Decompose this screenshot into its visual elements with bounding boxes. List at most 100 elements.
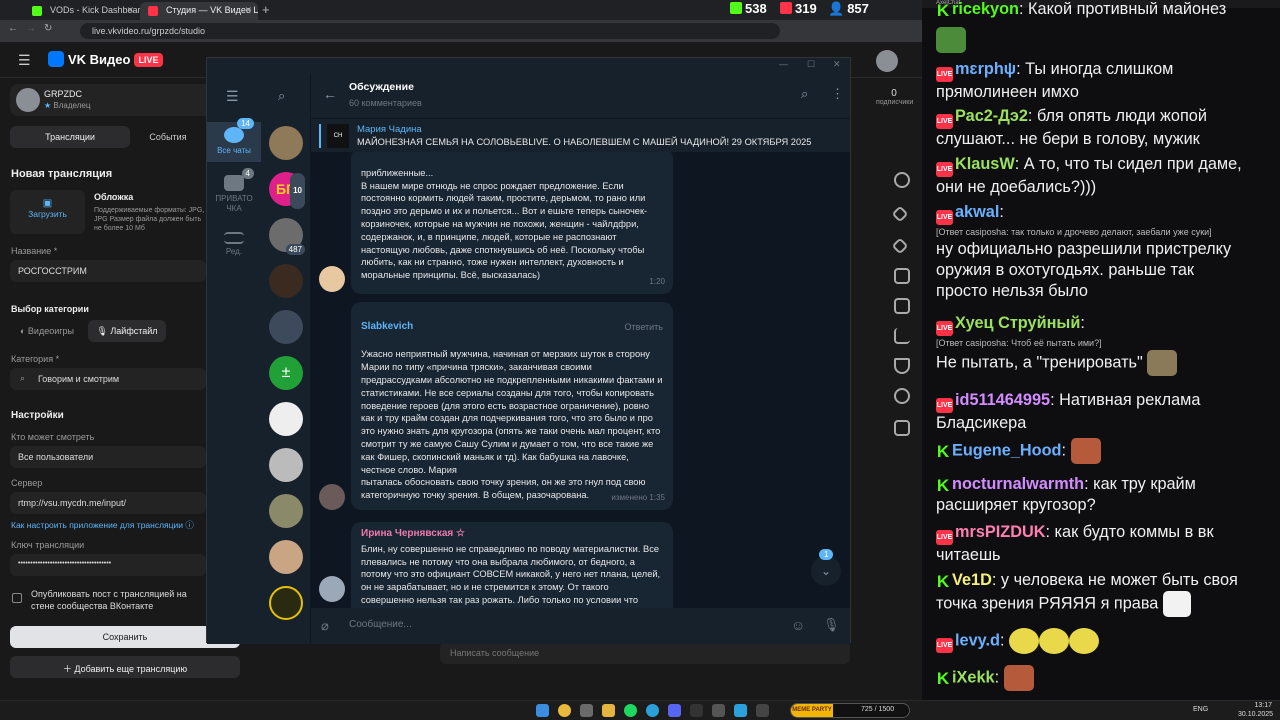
grin-emote bbox=[1162, 591, 1191, 617]
app-icon[interactable] bbox=[756, 704, 769, 717]
back-icon[interactable]: ← bbox=[8, 23, 18, 34]
chat-avatar[interactable] bbox=[269, 126, 303, 160]
user-avatar[interactable] bbox=[319, 484, 345, 510]
message-sender[interactable]: Slabkevich Ответить bbox=[361, 321, 663, 334]
avatar[interactable] bbox=[876, 50, 898, 72]
tab-vk-studio[interactable]: Студия — VK Видео Live ✕ bbox=[140, 2, 258, 20]
chat-avatar[interactable]: ± bbox=[269, 356, 303, 390]
how-to-setup-link[interactable]: Как настроить приложение для трансляции … bbox=[11, 519, 194, 531]
microphone-icon[interactable]: 🎙 bbox=[823, 617, 840, 633]
telegram-icon[interactable] bbox=[646, 704, 659, 717]
stream-name-input[interactable]: РОСГОССТРИМ bbox=[10, 260, 206, 282]
windows-start-icon[interactable] bbox=[536, 704, 549, 717]
chat-avatar[interactable] bbox=[269, 264, 303, 298]
forward-icon[interactable]: → bbox=[26, 23, 36, 34]
tab-streams[interactable]: Трансляции bbox=[10, 126, 130, 148]
message-bubble[interactable]: Slabkevich Ответить Ужасно неприятный муж… bbox=[351, 302, 673, 567]
app-icon[interactable] bbox=[734, 704, 747, 717]
settings-title: Настройки bbox=[11, 410, 64, 421]
chat-avatar[interactable] bbox=[269, 494, 303, 528]
close-icon[interactable]: ✕ bbox=[833, 59, 841, 70]
clock[interactable]: 13:17 30.10.2025 bbox=[1238, 701, 1273, 719]
chrome-icon[interactable] bbox=[558, 704, 571, 717]
user-avatar[interactable] bbox=[319, 576, 345, 602]
menu-icon[interactable]: ☰ bbox=[18, 52, 31, 69]
chat-avatar[interactable] bbox=[269, 448, 303, 482]
chat-avatar[interactable] bbox=[269, 310, 303, 344]
kick-icon: K bbox=[936, 442, 950, 462]
chat-avatar[interactable] bbox=[269, 540, 303, 574]
emote bbox=[1009, 628, 1040, 654]
pinned-author: Мария Чадина bbox=[357, 124, 422, 135]
trophy-icon[interactable] bbox=[894, 358, 910, 374]
reply-button[interactable]: Ответить bbox=[625, 321, 663, 334]
exchange-icon[interactable] bbox=[894, 388, 910, 404]
minimize-icon[interactable]: — bbox=[779, 59, 788, 69]
total-viewers: 👤 857 bbox=[828, 1, 869, 16]
copy-icon[interactable] bbox=[894, 420, 910, 436]
spotify-icon[interactable] bbox=[624, 704, 637, 717]
message-bubble[interactable]: приближенные... В нашем мире отнюдь не с… bbox=[351, 152, 673, 347]
chat-avatar[interactable]: 487 bbox=[269, 218, 305, 255]
vk-logo[interactable]: VK Видео LIVE bbox=[48, 51, 163, 67]
maximize-icon[interactable]: ☐ bbox=[807, 59, 815, 70]
vk-chat-input[interactable]: Написать сообщение bbox=[440, 642, 850, 664]
reload-icon[interactable]: ↻ bbox=[44, 23, 52, 34]
attach-icon[interactable]: ⌀ bbox=[321, 618, 329, 634]
vk-side-toolbar bbox=[882, 118, 922, 448]
tab-kick[interactable]: VODs - Kick Dashboard ✕ bbox=[24, 2, 140, 20]
close-icon[interactable]: ✕ bbox=[126, 5, 134, 16]
message-bubble[interactable]: Ирина Чернявская ☆ Блин, ну совершенно н… bbox=[351, 522, 673, 608]
category-tab-lifestyle[interactable]: 🎙 Лайфстайл bbox=[88, 320, 166, 342]
audience-select[interactable]: Все пользователи bbox=[10, 446, 206, 468]
close-icon[interactable]: ✕ bbox=[244, 5, 252, 16]
stream-key-input[interactable]: •••••••••••••••••••••••••••••••••••••• bbox=[10, 554, 206, 576]
menu-icon[interactable]: ☰ bbox=[226, 88, 239, 105]
stats-icon[interactable] bbox=[894, 328, 910, 344]
category-input[interactable]: ⌕ Говорим и смотрим bbox=[10, 368, 206, 390]
folder-edit[interactable]: Ред. bbox=[207, 232, 261, 266]
more-icon[interactable]: ⋮ bbox=[831, 86, 844, 102]
gem-icon[interactable] bbox=[891, 237, 909, 255]
new-tab-button[interactable]: + bbox=[262, 2, 270, 17]
app-icon[interactable] bbox=[712, 704, 725, 717]
folder-icon[interactable] bbox=[602, 704, 615, 717]
scroll-down-button[interactable]: ⌄ bbox=[811, 556, 841, 586]
chat-message: LIVE Рас2-Дэ2: бля опять люди жопой слуша… bbox=[936, 107, 1207, 148]
discord-icon[interactable] bbox=[668, 704, 681, 717]
user-avatar[interactable] bbox=[319, 266, 345, 292]
search-icon[interactable]: ⌕ bbox=[801, 86, 808, 102]
category-tab-games[interactable]: ◐ Видеоигры bbox=[10, 320, 84, 342]
emoji-icon[interactable]: ☺ bbox=[791, 617, 805, 633]
tab-events[interactable]: События bbox=[130, 126, 206, 148]
folder-all-chats[interactable]: 14 Все чаты bbox=[207, 118, 261, 162]
chat-message: K Ve1D: у человека не может быть своя точ… bbox=[936, 570, 1246, 617]
language-indicator[interactable]: ENG bbox=[1193, 706, 1208, 713]
diamond-icon[interactable] bbox=[891, 205, 909, 223]
url-input[interactable]: live.vkvideo.ru/grpzdc/studio bbox=[80, 23, 780, 39]
message-sender[interactable]: Ирина Чернявская ☆ bbox=[361, 528, 663, 541]
list-icon[interactable] bbox=[894, 298, 910, 314]
settings-icon[interactable] bbox=[894, 172, 910, 188]
add-stream-button[interactable]: ＋ Добавить еще трансляцию bbox=[10, 656, 240, 678]
folder-icon bbox=[224, 175, 244, 191]
obs-icon[interactable] bbox=[690, 704, 703, 717]
search-icon[interactable]: ⌕ bbox=[278, 88, 285, 104]
chat-avatar[interactable] bbox=[269, 402, 303, 436]
message-input[interactable]: Сообщение... bbox=[349, 619, 412, 630]
chat-avatar[interactable]: БП 10 bbox=[269, 172, 305, 209]
folder-badge: 4 bbox=[241, 168, 254, 179]
folder-private[interactable]: 4 ПРИВАТОЧКА bbox=[207, 168, 261, 216]
publish-checkbox[interactable] bbox=[12, 593, 22, 603]
chat-avatar[interactable] bbox=[269, 586, 303, 620]
dice-icon[interactable] bbox=[894, 268, 910, 284]
category-choice-label: Выбор категории bbox=[11, 304, 89, 314]
channel-name: GRPZDC bbox=[44, 89, 82, 99]
steam-icon[interactable] bbox=[580, 704, 593, 717]
vk-live-icon: LIVE bbox=[936, 321, 953, 336]
back-arrow-icon[interactable]: ← bbox=[323, 86, 337, 102]
chat-message: LIVE Хуец Струйный: [Ответ casiposha: Чтоб… bbox=[936, 313, 1246, 376]
pinned-post[interactable]: CH Мария Чадина МАЙОНЕЗНАЯ СЕМЬЯ НА СОЛО… bbox=[311, 118, 850, 152]
cover-upload[interactable]: ▣ Загрузить bbox=[10, 190, 85, 234]
server-input[interactable]: rtmp://vsu.mycdn.me/input/ bbox=[10, 492, 206, 514]
